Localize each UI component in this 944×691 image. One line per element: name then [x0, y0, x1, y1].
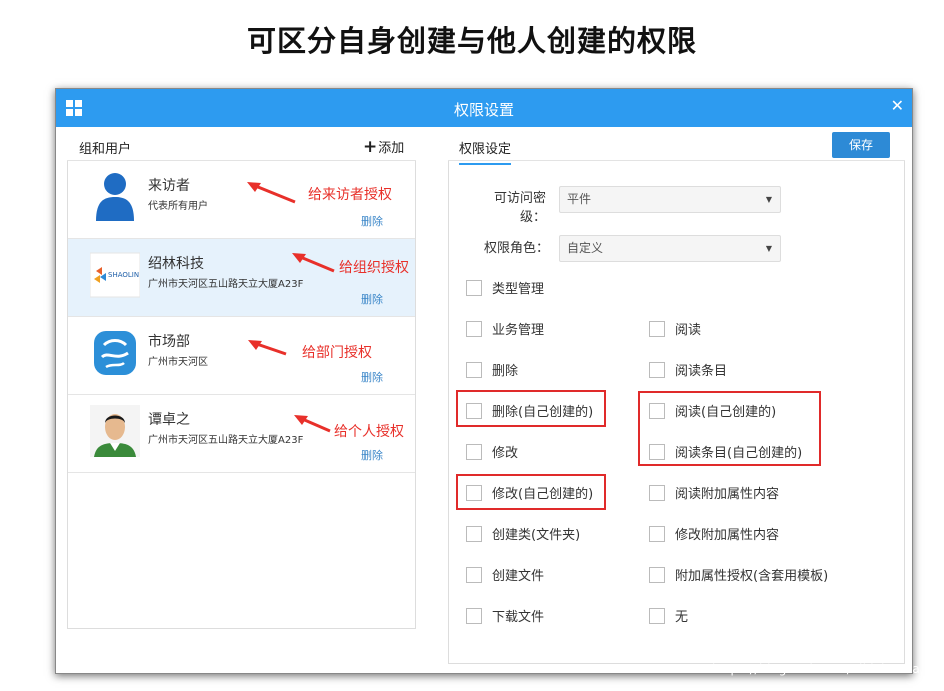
user-subtitle: 广州市天河区五山路天立大厦A23F — [148, 279, 304, 290]
secret-level-label: 可访问密 级： — [486, 189, 546, 227]
checkbox-box — [649, 361, 665, 378]
list-item-organization[interactable]: SHAOLIN 绍林科技 广州市天河区五山路天立大厦A23F 删除 — [68, 239, 415, 317]
annotation-arrow — [248, 340, 287, 356]
checkbox-box — [466, 443, 482, 460]
watermark: https://blog.csdn.net/vikichacha — [712, 662, 921, 676]
checkbox-label: 创建文件 — [492, 569, 545, 584]
delete-link[interactable]: 删除 — [361, 291, 383, 307]
checkbox-none[interactable]: 无 — [649, 606, 688, 625]
company-logo-text: SHAOLIN — [108, 271, 139, 279]
checkbox-label: 阅读条目 — [675, 364, 728, 379]
checkbox-box — [649, 525, 665, 542]
checkbox-box — [466, 361, 482, 378]
delete-link[interactable]: 删除 — [361, 369, 383, 385]
role-select[interactable]: 自定义 ▼ — [559, 235, 781, 262]
page-title: 可区分自身创建与他人创建的权限 — [246, 24, 697, 58]
user-subtitle: 广州市天河区五山路天立大厦A23F — [148, 435, 304, 446]
annotation-arrow — [247, 182, 296, 204]
checkbox-modify-attr[interactable]: 修改附加属性内容 — [649, 524, 779, 543]
highlight-box-modify-own — [456, 474, 606, 510]
secret-level-select[interactable]: 平件 ▼ — [559, 186, 781, 213]
role-label: 权限角色： — [483, 241, 549, 256]
user-name: 绍林科技 — [148, 256, 204, 272]
user-photo — [90, 405, 140, 457]
checkbox-read-entry[interactable]: 阅读条目 — [649, 360, 727, 379]
permission-dialog: 权限设置 ✕ 组和用户 +添加 来访者 代表所有用户 删除 SHAOLIN 绍林… — [55, 88, 913, 674]
user-subtitle: 代表所有用户 — [148, 201, 208, 212]
user-list: 来访者 代表所有用户 删除 SHAOLIN 绍林科技 广州市天河区五山路天立大厦… — [67, 161, 416, 629]
checkbox-type-manage[interactable]: 类型管理 — [466, 278, 544, 297]
checkbox-business-manage[interactable]: 业务管理 — [466, 319, 544, 338]
user-name: 来访者 — [148, 178, 190, 194]
person-icon — [96, 173, 134, 221]
highlight-box-read-own — [638, 391, 821, 466]
checkbox-label: 阅读 — [675, 323, 702, 338]
annotation-person: 给个人授权 — [334, 424, 404, 440]
checkbox-delete[interactable]: 删除 — [466, 360, 518, 379]
annotation-organization: 给组织授权 — [339, 260, 409, 276]
checkbox-create-folder[interactable]: 创建类(文件夹) — [466, 524, 580, 543]
delete-link[interactable]: 删除 — [361, 213, 383, 229]
checkbox-create-file[interactable]: 创建文件 — [466, 565, 544, 584]
checkbox-box — [466, 320, 482, 337]
checkbox-box — [649, 484, 665, 501]
delete-link[interactable]: 删除 — [361, 447, 383, 463]
checkbox-label: 附加属性授权(含套用模板) — [675, 569, 829, 584]
secret-level-label-line2: 级： — [519, 210, 546, 225]
checkbox-read[interactable]: 阅读 — [649, 319, 701, 338]
user-name: 市场部 — [148, 334, 190, 350]
annotation-arrow — [294, 415, 331, 433]
checkbox-box — [649, 607, 665, 624]
checkbox-box — [466, 279, 482, 296]
dialog-titlebar: 权限设置 ✕ — [56, 89, 912, 127]
checkbox-box — [649, 566, 665, 583]
company-logo: SHAOLIN — [90, 252, 140, 298]
department-logo — [94, 331, 136, 375]
chevron-down-icon: ▼ — [765, 195, 772, 204]
dialog-title: 权限设置 — [453, 101, 514, 119]
checkbox-box — [466, 525, 482, 542]
checkbox-label: 阅读附加属性内容 — [675, 487, 780, 502]
checkbox-box — [649, 320, 665, 337]
chevron-down-icon: ▼ — [765, 244, 772, 253]
annotation-visitor: 给来访者授权 — [308, 187, 392, 203]
checkbox-modify[interactable]: 修改 — [466, 442, 518, 461]
checkbox-box — [466, 566, 482, 583]
close-icon[interactable]: ✕ — [891, 96, 904, 115]
checkbox-attr-grant[interactable]: 附加属性授权(含套用模板) — [649, 565, 828, 584]
role-value: 自定义 — [567, 241, 604, 255]
checkbox-label: 删除 — [492, 364, 519, 379]
checkbox-label: 无 — [675, 610, 689, 625]
add-button[interactable]: +添加 — [363, 137, 404, 157]
checkbox-label: 下载文件 — [492, 610, 545, 625]
checkbox-download-file[interactable]: 下载文件 — [466, 606, 544, 625]
checkbox-label: 修改 — [492, 446, 519, 461]
secret-level-label-line1: 可访问密 — [493, 191, 546, 206]
save-button[interactable]: 保存 — [832, 132, 890, 158]
annotation-arrow — [292, 253, 335, 273]
checkbox-read-attr[interactable]: 阅读附加属性内容 — [649, 483, 779, 502]
plus-icon: + — [363, 137, 378, 157]
checkbox-box — [466, 607, 482, 624]
highlight-box-delete-own — [456, 390, 606, 427]
checkbox-label: 修改附加属性内容 — [675, 528, 780, 543]
user-subtitle: 广州市天河区 — [148, 357, 208, 368]
checkbox-label: 类型管理 — [492, 282, 545, 297]
secret-level-value: 平件 — [567, 192, 592, 206]
checkbox-label: 创建类(文件夹) — [492, 528, 581, 543]
checkbox-label: 业务管理 — [492, 323, 545, 338]
user-name: 谭卓之 — [148, 412, 190, 428]
annotation-department: 给部门授权 — [302, 345, 372, 361]
add-button-label: 添加 — [378, 141, 405, 156]
